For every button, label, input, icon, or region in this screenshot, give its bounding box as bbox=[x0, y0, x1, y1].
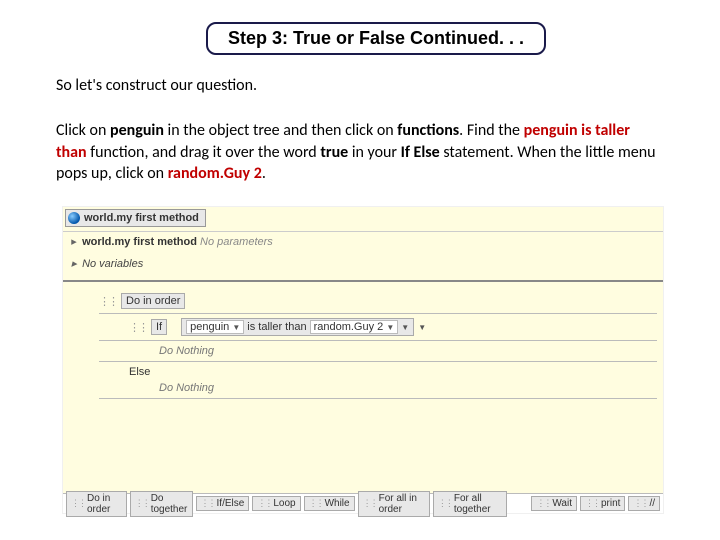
drag-handle-icon: ⋮⋮ bbox=[585, 499, 599, 509]
drag-handle-icon: ⋮⋮ bbox=[71, 499, 85, 509]
drag-handle-icon: ⋮⋮ bbox=[257, 499, 271, 509]
method-tab[interactable]: world.my first method bbox=[65, 209, 206, 227]
intro-text: So let's construct our question. bbox=[56, 76, 257, 95]
if-block[interactable]: ⋮⋮ If penguin ▼ is taller than random.Gu… bbox=[129, 316, 657, 338]
label: print bbox=[601, 498, 620, 509]
palette-for-all-together[interactable]: ⋮⋮For all together bbox=[433, 491, 507, 517]
label: // bbox=[649, 498, 655, 509]
label: If/Else bbox=[217, 498, 245, 509]
subject-tile[interactable]: penguin ▼ bbox=[186, 320, 244, 334]
kw-penguin: penguin bbox=[110, 121, 164, 140]
palette-comment[interactable]: ⋮⋮// bbox=[628, 496, 660, 511]
collapse-icon[interactable]: ▸ bbox=[69, 235, 79, 248]
drag-handle-icon: ⋮⋮ bbox=[363, 499, 377, 509]
chevron-down-icon[interactable]: ▼ bbox=[386, 323, 394, 332]
penguin-label: penguin bbox=[190, 321, 229, 333]
label: Wait bbox=[552, 498, 572, 509]
drag-handle-icon[interactable]: ⋮⋮ bbox=[129, 321, 147, 334]
condition-tile[interactable]: penguin ▼ is taller than random.Guy 2 ▼ … bbox=[181, 318, 414, 336]
kw-ifelse: If Else bbox=[401, 143, 440, 162]
chevron-down-icon[interactable]: ▼ bbox=[401, 323, 409, 332]
do-nothing-label: Do Nothing bbox=[159, 345, 214, 357]
do-nothing-label: Do Nothing bbox=[159, 382, 214, 394]
text: . Find the bbox=[459, 121, 523, 140]
label: For all together bbox=[454, 493, 502, 515]
else-block: Else bbox=[129, 364, 657, 380]
label: While bbox=[325, 498, 350, 509]
if-body[interactable]: Do Nothing bbox=[159, 343, 657, 359]
chevron-down-icon[interactable]: ▼ bbox=[232, 323, 240, 332]
no-parameters-label: No parameters bbox=[200, 236, 273, 248]
no-variables-row: ▸ No variables bbox=[63, 251, 663, 282]
kw-random: random.Guy 2 bbox=[168, 164, 262, 183]
collapse-icon[interactable]: ▸ bbox=[69, 257, 79, 270]
palette-print[interactable]: ⋮⋮print bbox=[580, 496, 625, 511]
randomguy-label: random.Guy 2 bbox=[314, 321, 384, 333]
palette-for-all-in-order[interactable]: ⋮⋮For all in order bbox=[358, 491, 430, 517]
drag-handle-icon[interactable]: ⋮⋮ bbox=[99, 295, 117, 308]
divider bbox=[99, 361, 657, 362]
drag-handle-icon: ⋮⋮ bbox=[135, 499, 149, 509]
text: in your bbox=[348, 143, 400, 162]
else-label: Else bbox=[129, 366, 150, 378]
world-icon bbox=[68, 212, 80, 224]
instruction-paragraph: Click on penguin in the object tree and … bbox=[56, 120, 664, 185]
alice-editor: world.my first method ▸ world.my first m… bbox=[62, 206, 664, 514]
palette-if-else[interactable]: ⋮⋮If/Else bbox=[196, 496, 250, 511]
text: function, and drag it over the word bbox=[87, 143, 321, 162]
method-header-row: ▸ world.my first method No parameters bbox=[63, 231, 663, 252]
step-title: Step 3: True or False Continued. . . bbox=[206, 22, 546, 55]
tile-palette: ⋮⋮Do in order ⋮⋮Do together ⋮⋮If/Else ⋮⋮… bbox=[63, 493, 663, 513]
divider bbox=[99, 398, 657, 399]
taller-than-label: is taller than bbox=[247, 321, 306, 333]
chevron-down-icon[interactable]: ▼ bbox=[418, 323, 426, 332]
else-body[interactable]: Do Nothing bbox=[159, 380, 657, 396]
palette-wait[interactable]: ⋮⋮Wait bbox=[531, 496, 577, 511]
palette-do-in-order[interactable]: ⋮⋮Do in order bbox=[66, 491, 127, 517]
text: in the object tree and then click on bbox=[164, 121, 397, 140]
no-variables-label: No variables bbox=[82, 258, 143, 270]
drag-handle-icon: ⋮⋮ bbox=[309, 499, 323, 509]
palette-while[interactable]: ⋮⋮While bbox=[304, 496, 355, 511]
text: Click on bbox=[56, 121, 110, 140]
divider bbox=[99, 340, 657, 341]
label: Do in order bbox=[87, 493, 122, 515]
drag-handle-icon: ⋮⋮ bbox=[536, 499, 550, 509]
kw-functions: functions bbox=[397, 121, 459, 140]
method-title: world.my first method bbox=[82, 236, 197, 248]
label: Loop bbox=[273, 498, 295, 509]
code-editor-area[interactable]: ⋮⋮ Do in order ⋮⋮ If penguin ▼ is taller… bbox=[63, 287, 663, 493]
drag-handle-icon: ⋮⋮ bbox=[633, 499, 647, 509]
palette-do-together[interactable]: ⋮⋮Do together bbox=[130, 491, 193, 517]
palette-loop[interactable]: ⋮⋮Loop bbox=[252, 496, 300, 511]
label: For all in order bbox=[379, 493, 425, 515]
drag-handle-icon: ⋮⋮ bbox=[201, 499, 215, 509]
if-label: If bbox=[151, 319, 167, 335]
divider bbox=[99, 313, 657, 314]
do-in-order-block[interactable]: ⋮⋮ Do in order bbox=[99, 291, 657, 311]
kw-true: true bbox=[320, 143, 348, 162]
do-in-order-label: Do in order bbox=[121, 293, 185, 309]
drag-handle-icon: ⋮⋮ bbox=[438, 499, 452, 509]
label: Do together bbox=[151, 493, 188, 515]
text: . bbox=[262, 164, 266, 183]
object-tile[interactable]: random.Guy 2 ▼ bbox=[310, 320, 399, 334]
tab-label: world.my first method bbox=[84, 212, 199, 224]
